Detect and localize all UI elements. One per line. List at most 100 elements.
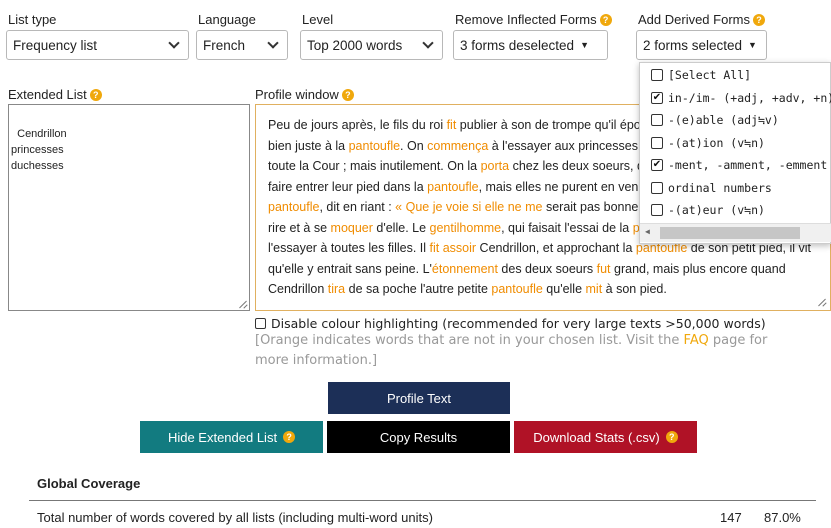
remove-inflected-label-text: Remove Inflected Forms <box>455 12 597 27</box>
highlighted-word: gentilhomme <box>429 220 502 235</box>
add-derived-label-text: Add Derived Forms <box>638 12 750 27</box>
profile-text-button-label: Profile Text <box>386 390 452 406</box>
text-segment: à son pied. <box>602 282 667 296</box>
derived-form-option[interactable]: -(e)able (adj≒v) <box>640 109 830 132</box>
disable-colour-label: Disable colour highlighting (recommended… <box>271 316 766 331</box>
text-segment: Cendrillon <box>268 282 328 296</box>
extended-list-label: Extended List? <box>8 87 102 102</box>
add-derived-options: [Select All] in-/im- (+adj, +adv, +n) -(e)… <box>640 63 831 222</box>
scroll-left-icon[interactable]: ◀ <box>645 227 650 236</box>
highlighted-word: pantoufle <box>268 200 320 214</box>
remove-inflected-select[interactable]: 3 forms deselected ▼ <box>453 30 608 60</box>
profile-text-button[interactable]: Profile Text <box>328 382 510 414</box>
text-segment: qu'elle <box>542 282 586 296</box>
hide-extended-list-label: Hide Extended List <box>167 429 278 445</box>
level-select[interactable]: Top 2000 words <box>300 30 443 60</box>
text-segment: Cendrillon, et approchant la <box>476 241 636 255</box>
text-segment: d'elle. Le <box>372 220 427 235</box>
derived-form-option-label: -(at)ion (v≒n) <box>668 135 765 150</box>
highlighted-word: commença <box>427 138 489 153</box>
coverage-divider <box>29 500 816 501</box>
scrollbar-thumb[interactable] <box>660 227 800 239</box>
list-type-select[interactable]: Frequency list <box>6 30 189 60</box>
text-segment: de sa poche l'autre petite <box>345 282 492 296</box>
chevron-down-icon <box>168 36 180 49</box>
add-derived-select[interactable]: 2 forms selected ▼ <box>636 30 767 60</box>
derived-form-option[interactable]: -ment, -amment, -emment <box>640 154 830 177</box>
checkbox-unchecked[interactable] <box>651 181 663 194</box>
highlighted-word: moquer <box>330 220 373 235</box>
derived-form-option-label: [Select All] <box>668 68 752 83</box>
language-select[interactable]: French <box>196 30 288 60</box>
derived-form-option-label: in-/im- (+adj, +adv, +n) <box>668 90 831 105</box>
resize-handle-icon[interactable] <box>238 299 247 308</box>
copy-results-label: Copy Results <box>379 429 458 445</box>
text-segment: , dit en riant : <box>319 200 396 214</box>
list-type-label: List type <box>8 12 57 27</box>
text-segment: , qui faisait l'essai de la <box>501 220 633 235</box>
highlighted-word: porta <box>480 159 510 173</box>
highlighted-word: fut <box>596 261 611 276</box>
checkbox-unchecked[interactable] <box>651 69 663 82</box>
text-segment: grand, mais plus encore quand <box>610 261 786 276</box>
level-label: Level <box>302 12 334 27</box>
help-icon[interactable]: ? <box>283 431 296 443</box>
resize-handle-icon[interactable] <box>817 297 826 306</box>
help-icon[interactable]: ? <box>665 431 678 443</box>
derived-form-option[interactable]: -(at)ion (v≒n) <box>640 132 830 155</box>
highlighted-word: fit <box>446 118 457 132</box>
text-segment: . On <box>400 138 428 153</box>
list-type-value: Frequency list <box>13 37 98 53</box>
highlighted-word: pantoufle <box>491 282 543 296</box>
highlighted-word: « Que je voie si elle ne me <box>395 200 543 214</box>
derived-form-option[interactable]: in-/im- (+adj, +adv, +n) <box>640 87 831 110</box>
extended-list-textarea[interactable]: Cendrillon princesses duchesses <box>8 104 250 311</box>
extended-list-text: Cendrillon princesses duchesses <box>11 128 67 172</box>
profile-window-label-text: Profile window <box>255 87 339 102</box>
coverage-row-count: 147 <box>720 510 742 525</box>
faq-link[interactable]: FAQ <box>684 333 709 348</box>
highlighted-word: mit <box>585 282 603 296</box>
text-segment: des deux soeurs <box>497 261 597 276</box>
chevron-down-icon <box>422 36 434 49</box>
global-coverage-heading: Global Coverage <box>37 476 141 491</box>
add-derived-label: Add Derived Forms? <box>638 12 765 27</box>
help-icon[interactable]: ? <box>752 14 765 26</box>
derived-form-option[interactable]: ordinal numbers <box>640 177 830 200</box>
highlight-note: [Orange indicates words that are not in … <box>255 331 800 371</box>
derived-form-option-label: -ment, -amment, -emment <box>668 158 828 173</box>
disable-colour-checkbox[interactable] <box>255 318 266 329</box>
derived-form-option-label: -(at)eur (v≒n) <box>668 203 765 218</box>
checkbox-checked[interactable] <box>651 91 663 104</box>
checkbox-checked[interactable] <box>651 159 663 172</box>
text-segment: Peu de jours après, le fils du roi <box>268 118 447 132</box>
help-icon[interactable]: ? <box>599 14 612 26</box>
download-stats-button[interactable]: Download Stats (.csv)? <box>514 421 697 453</box>
derived-form-option[interactable]: [Select All] <box>640 64 830 87</box>
extended-list-label-text: Extended List <box>8 87 87 102</box>
disable-colour-option[interactable]: Disable colour highlighting (recommended… <box>255 316 766 331</box>
text-segment: serait pas bonne <box>542 200 642 214</box>
horizontal-scrollbar[interactable]: ◀ <box>640 223 831 242</box>
remove-inflected-value: 3 forms deselected <box>460 37 575 53</box>
highlighted-word: pantoufle <box>427 179 479 194</box>
highlighted-word: pantoufle <box>348 138 401 153</box>
checkbox-unchecked[interactable] <box>651 204 663 217</box>
hide-extended-list-button[interactable]: Hide Extended List? <box>140 421 323 453</box>
note-text-before: [Orange indicates words that are not in … <box>255 333 684 348</box>
text-segment: entrait sans peine. L' <box>313 261 432 276</box>
derived-form-option[interactable]: -(at)eur (v≒n) <box>640 199 830 222</box>
derived-form-option-label: ordinal numbers <box>668 180 772 195</box>
copy-results-button[interactable]: Copy Results <box>327 421 510 453</box>
remove-inflected-label: Remove Inflected Forms? <box>455 12 612 27</box>
profile-window-label: Profile window? <box>255 87 354 102</box>
download-stats-label: Download Stats (.csv) <box>533 429 660 445</box>
checkbox-unchecked[interactable] <box>651 114 663 127</box>
highlighted-word: étonnement <box>431 261 498 276</box>
caret-down-icon: ▼ <box>748 40 757 50</box>
help-icon[interactable]: ? <box>341 89 354 101</box>
highlighted-word: assoir <box>442 241 477 255</box>
derived-form-option-label: -(e)able (adj≒v) <box>668 113 779 128</box>
checkbox-unchecked[interactable] <box>651 136 663 149</box>
help-icon[interactable]: ? <box>89 89 102 101</box>
